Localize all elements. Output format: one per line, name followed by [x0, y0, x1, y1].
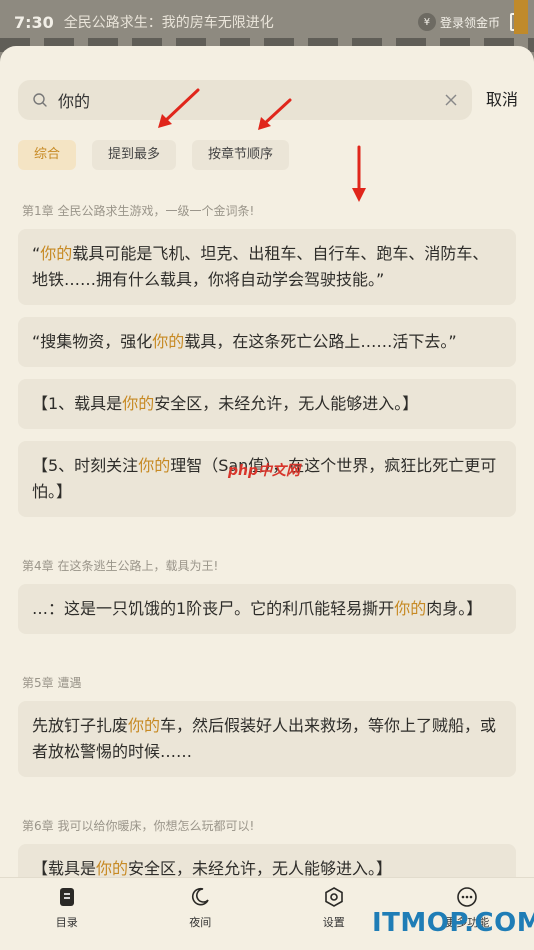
- background-book-title: 全民公路求生：我的房车无限进化: [63, 15, 274, 31]
- cancel-button[interactable]: 取消: [486, 80, 518, 120]
- annotation-arrow: [258, 98, 292, 130]
- nav-catalog[interactable]: 目录: [22, 886, 112, 930]
- result-card[interactable]: 【1、载具是你的安全区，未经允许，无人能够进入。】: [18, 379, 516, 429]
- settings-icon: [324, 887, 343, 907]
- bookmark-ribbon: [514, 0, 528, 34]
- result-text: 安全区，未经允许，无人能够进入。】: [128, 859, 393, 878]
- tab-comprehensive[interactable]: 综合: [18, 140, 77, 170]
- nav-night[interactable]: 夜间: [155, 886, 245, 930]
- result-card[interactable]: “搜集物资，强化你的载具，在这条死亡公路上……活下去。”: [18, 317, 516, 367]
- annotation-arrow: [158, 88, 200, 128]
- nav-label: 设置: [322, 916, 345, 929]
- result-text: 【载具是: [32, 859, 97, 878]
- result-text: 肉身。】: [426, 599, 483, 618]
- keyword-highlight: 你的: [40, 244, 73, 263]
- nav-label: 目录: [55, 916, 78, 929]
- sort-tabs: 综合 提到最多 按章节顺序: [18, 140, 290, 170]
- tab-most-mentioned[interactable]: 提到最多: [92, 140, 177, 170]
- nav-label: 夜间: [189, 916, 212, 929]
- login-coin-button[interactable]: ¥ 登录领金币: [417, 13, 500, 31]
- clear-icon[interactable]: [444, 93, 458, 107]
- result-text: 先放钉子扎废: [32, 716, 129, 735]
- nav-settings[interactable]: 设置: [289, 886, 379, 930]
- more-icon: [457, 887, 478, 907]
- result-text: 【1、载具是: [32, 394, 123, 413]
- result-text: 载具可能是飞机、坦克、出租车、自行车、跑车、消防车、地铁……拥有什么载具，你将自…: [32, 244, 489, 289]
- coin-icon: ¥: [417, 13, 436, 31]
- search-input[interactable]: 你的: [18, 80, 472, 120]
- result-text: 安全区，未经允许，无人能够进入。】: [154, 394, 419, 413]
- keyword-highlight: 你的: [122, 394, 155, 413]
- annotation-arrow: [352, 145, 366, 202]
- watermark-php: php中文网: [228, 463, 301, 479]
- keyword-highlight: 你的: [394, 599, 427, 618]
- chapter-label: 第5章 遭遇: [22, 676, 82, 690]
- keyword-highlight: 你的: [96, 859, 129, 878]
- chapter-label: 第4章 在这条逃生公路上，载具为王!: [22, 559, 219, 573]
- result-text: 【5、时刻关注: [32, 456, 139, 475]
- result-card[interactable]: …：这是一只饥饿的1阶丧尸。它的利爪能轻易撕开你的肉身。】: [18, 584, 516, 634]
- result-text: 载具，在这条死亡公路上……活下去。”: [184, 332, 457, 351]
- result-card[interactable]: “你的载具可能是飞机、坦克、出租车、自行车、跑车、消防车、地铁……拥有什么载具，…: [18, 229, 516, 305]
- tab-chapter-order[interactable]: 按章节顺序: [192, 140, 290, 170]
- keyword-highlight: 你的: [138, 456, 171, 475]
- login-coin-label: 登录领金币: [439, 15, 500, 30]
- catalog-icon: [59, 888, 74, 906]
- status-time: 7:30: [14, 12, 54, 32]
- search-icon: [33, 93, 47, 107]
- search-sheet: 你的 取消 综合 提到最多 按章节顺序 第1章 全民公路求生游戏，一级一个金词条…: [0, 46, 534, 950]
- result-text: “搜集物资，强化: [32, 332, 153, 351]
- keyword-highlight: 你的: [152, 332, 185, 351]
- keyword-highlight: 你的: [128, 716, 161, 735]
- watermark-itmop: ITMOP.COM: [372, 908, 534, 938]
- chapter-label: 第1章 全民公路求生游戏，一级一个金词条!: [22, 204, 255, 218]
- search-results: 第1章 全民公路求生游戏，一级一个金词条! “你的载具可能是飞机、坦克、出租车、…: [18, 196, 516, 906]
- chapter-label: 第6章 我可以给你暖床，你想怎么玩都可以!: [22, 819, 255, 833]
- result-text: …：这是一只饥饿的1阶丧尸。它的利爪能轻易撕开: [32, 599, 395, 618]
- result-card[interactable]: 先放钉子扎废你的车，然后假装好人出来救场，等你上了贼船，或者放松警惕的时候……: [18, 701, 516, 777]
- moon-icon: [192, 887, 209, 906]
